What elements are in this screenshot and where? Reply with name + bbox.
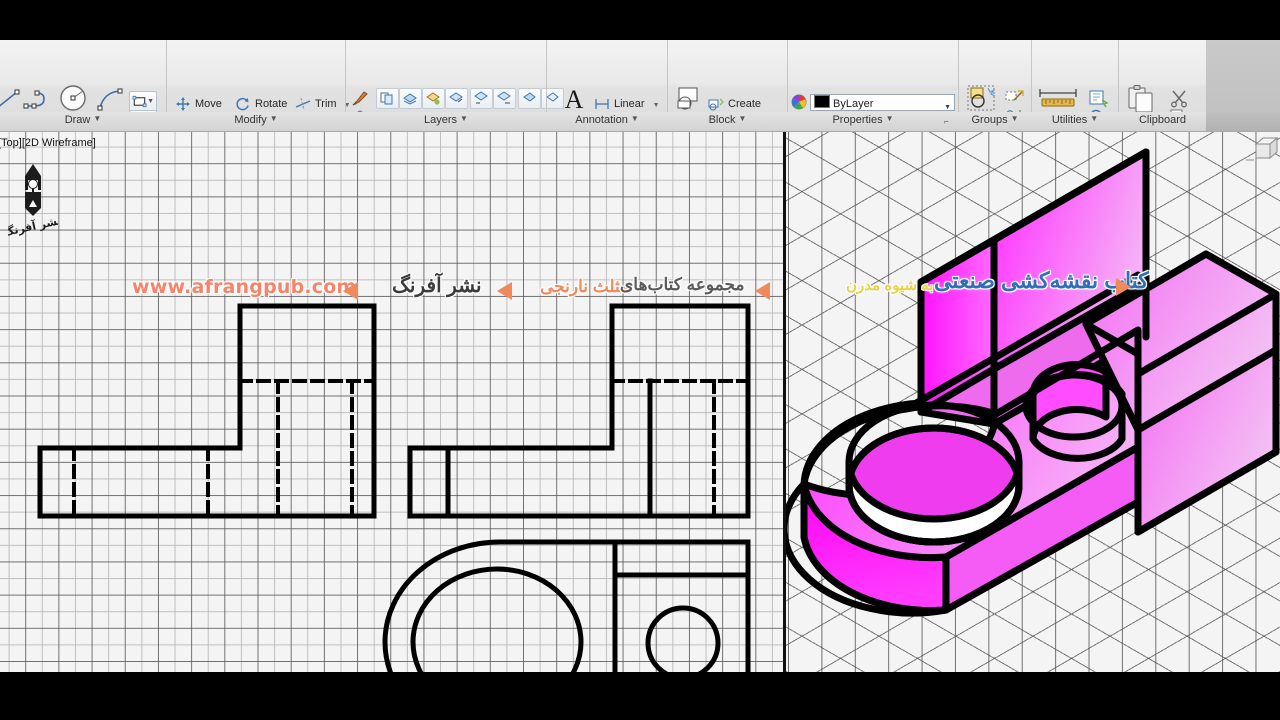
color-swatch xyxy=(814,95,830,108)
layer-make-current-button[interactable] xyxy=(422,88,445,109)
chevron-down-icon[interactable]: ▼ xyxy=(944,100,951,110)
paste-icon xyxy=(1128,85,1153,113)
layer-on-button[interactable] xyxy=(493,88,516,109)
rotate-label: Rotate xyxy=(255,97,288,110)
scissors-icon xyxy=(1171,90,1187,108)
panel-title-clipboard[interactable]: Clipboard xyxy=(1119,114,1206,126)
panel-title-annotation[interactable]: Annotation ▼ xyxy=(547,114,667,126)
panel-title-text: Properties xyxy=(832,114,883,126)
properties-dialog-launcher[interactable]: ⌐ xyxy=(944,117,949,126)
layer-off-icon xyxy=(474,91,488,104)
layer-brush-icon xyxy=(352,91,368,106)
rotate-button[interactable]: Rotate xyxy=(235,96,287,112)
panel-title-text: Block xyxy=(708,114,736,126)
drawing-area[interactable]: [Top][2D Wireframe] نشر آفرنگ www.afrang… xyxy=(0,132,1280,672)
chevron-down-icon[interactable]: ▼ xyxy=(738,114,746,123)
panel-title-text: Modify xyxy=(234,114,267,126)
layer-off-button[interactable] xyxy=(470,88,493,109)
watermark-arrow-icon xyxy=(1116,278,1131,296)
layer-match-button[interactable] xyxy=(376,88,399,109)
chevron-down-icon[interactable]: ▼ xyxy=(1011,114,1019,123)
panel-title-text: Annotation xyxy=(575,114,628,126)
quick-select-icon xyxy=(1089,90,1109,108)
svg-text:نشر آفرنگ: نشر آفرنگ xyxy=(8,213,58,239)
layer-match-icon xyxy=(380,92,393,105)
isometric-solid[interactable] xyxy=(786,132,1280,672)
publisher-logo: نشر آفرنگ xyxy=(8,164,58,239)
panel-title-text: Clipboard xyxy=(1138,114,1187,126)
chevron-down-icon[interactable]: ▼ xyxy=(1090,114,1098,123)
circle-icon xyxy=(60,85,86,111)
trim-button[interactable]: Trim ▼ xyxy=(295,96,351,112)
layer-previous-icon xyxy=(403,93,417,105)
panel-title-text: Draw xyxy=(64,114,91,126)
linear-dimension-icon xyxy=(595,99,609,109)
move-button[interactable]: Move xyxy=(175,96,222,112)
panel-title-block[interactable]: Block ▼ xyxy=(668,114,787,126)
right-side-view-hidden-lines xyxy=(610,379,750,518)
layer-set-button[interactable] xyxy=(445,88,468,109)
trim-icon xyxy=(295,97,311,111)
viewport-2d[interactable]: [Top][2D Wireframe] نشر آفرنگ www.afrang… xyxy=(0,132,783,672)
layer-freeze2-button[interactable] xyxy=(518,88,541,109)
watermark-arrow-icon xyxy=(343,282,358,300)
panel-title-modify[interactable]: Modify ▼ xyxy=(167,114,345,126)
group-icon xyxy=(967,85,996,111)
linear-dimension-button[interactable]: Linear ▼ xyxy=(594,96,660,112)
panel-title-text: Groups xyxy=(971,114,1008,126)
panel-title-layers[interactable]: Layers ▼ xyxy=(346,114,546,126)
chevron-down-icon[interactable]: ▼ xyxy=(886,114,894,123)
panel-title-text: Utilities xyxy=(1051,114,1088,126)
linear-label: Linear xyxy=(614,97,645,110)
chevron-down-icon[interactable]: ▼ xyxy=(460,114,468,123)
letterbox-top xyxy=(0,0,1280,40)
rectangle-flyout-caret[interactable]: ▼ xyxy=(147,98,154,105)
watermark-arrow-icon xyxy=(497,282,512,300)
create-block-button[interactable]: Create xyxy=(708,96,761,112)
color-combo[interactable]: ByLayer ▼ xyxy=(810,94,955,111)
color-wheel-icon xyxy=(791,94,807,110)
orthographic-views xyxy=(37,303,751,672)
letterbox-bottom xyxy=(0,672,1280,720)
layer-previous-button[interactable] xyxy=(399,88,422,109)
layer-freeze-icon xyxy=(523,92,536,102)
move-icon xyxy=(176,97,190,111)
create-block-icon xyxy=(708,98,724,111)
panel-title-draw[interactable]: Draw ▼ xyxy=(0,114,166,126)
insert-block-icon xyxy=(677,87,698,110)
top-view xyxy=(382,539,751,672)
panel-title-groups[interactable]: Groups ▼ xyxy=(959,114,1031,126)
right-side-view xyxy=(407,303,751,519)
rotate-icon xyxy=(236,97,249,111)
linear-caret[interactable]: ▼ xyxy=(653,102,660,109)
svg-text:A: A xyxy=(565,85,584,114)
chevron-down-icon[interactable]: ▼ xyxy=(93,114,101,123)
move-label: Move xyxy=(195,97,222,110)
autocad-window: e Polyline Circle ▼ xyxy=(0,0,1280,720)
chevron-down-icon[interactable]: ▼ xyxy=(270,114,278,123)
create-label: Create xyxy=(728,97,762,110)
panel-label-row: Draw ▼ Modify ▼ Layers ▼ Annotation ▼ Block ▼… xyxy=(0,112,1280,243)
panel-title-properties[interactable]: Properties ▼ xyxy=(788,114,938,126)
panel-label-filler xyxy=(1206,112,1280,131)
layer-set-icon xyxy=(449,92,463,103)
color-value: ByLayer xyxy=(833,98,874,110)
layer-make-current-icon xyxy=(426,92,440,105)
measure-icon xyxy=(1039,89,1077,107)
rectangle-icon xyxy=(132,95,147,108)
ungroup-icon xyxy=(1005,90,1024,101)
trim-label: Trim xyxy=(315,97,337,110)
panel-title-text: Layers xyxy=(424,114,458,126)
viewport-isometric[interactable]: کتاب نقشه‌کشی صنعتی به شیوه مدرن xyxy=(786,132,1280,672)
panel-title-utilities[interactable]: Utilities ▼ xyxy=(1032,114,1118,126)
layer-on-icon xyxy=(497,91,511,104)
chevron-down-icon[interactable]: ▼ xyxy=(631,114,639,123)
watermark-arrow-icon xyxy=(755,282,770,300)
text-icon: A xyxy=(565,85,584,114)
